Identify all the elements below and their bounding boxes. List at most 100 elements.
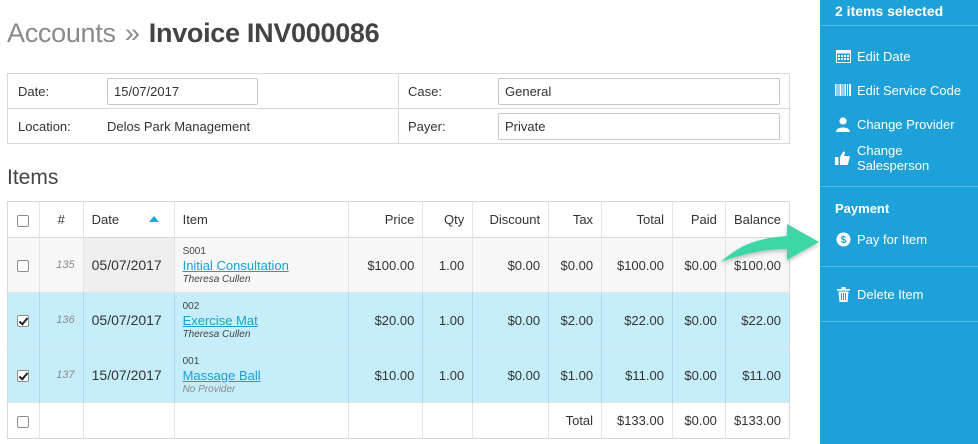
totals-empty-cell xyxy=(472,402,550,439)
page-title: Accounts » Invoice INV000086 xyxy=(7,18,380,49)
row-checkbox[interactable] xyxy=(17,370,30,383)
change-salesperson-label: Change Salesperson xyxy=(856,143,930,173)
item-link[interactable]: Exercise Mat xyxy=(183,312,341,329)
row-total: $11.00 xyxy=(601,347,673,403)
row-qty: 1.00 xyxy=(422,292,474,348)
item-code: S001 xyxy=(182,245,206,257)
item-code: 001 xyxy=(182,355,200,367)
row-paid: $0.00 xyxy=(672,347,726,403)
dollar-coin-icon: $ xyxy=(835,231,851,247)
col-date-label: Date xyxy=(91,212,120,227)
col-qty[interactable]: Qty xyxy=(422,201,474,238)
item-link[interactable]: Massage Ball xyxy=(183,367,341,384)
totals-balance: $133.00 xyxy=(734,413,781,428)
edit-date-action[interactable]: Edit Date xyxy=(835,45,910,67)
selection-count: 2 items selected xyxy=(820,0,978,26)
edit-service-code-action[interactable]: Edit Service Code xyxy=(835,79,961,101)
row-total: $22.00 xyxy=(601,292,673,348)
totals-label: Total xyxy=(548,402,603,439)
edit-date-label: Edit Date xyxy=(857,48,911,64)
change-provider-action[interactable]: Change Provider xyxy=(835,113,955,135)
totals-empty-cell xyxy=(39,402,84,439)
edit-service-code-label: Edit Service Code xyxy=(857,82,962,98)
col-number[interactable]: # xyxy=(39,201,84,238)
totals-empty-cell xyxy=(422,402,474,439)
user-icon xyxy=(835,116,851,132)
col-tax[interactable]: Tax xyxy=(548,201,603,238)
col-total[interactable]: Total xyxy=(601,201,673,238)
totals-row: Total $133.00 $0.00 $133.00 xyxy=(7,402,790,439)
table-row[interactable]: 137 15/07/2017 001 Massage Ball No Provi… xyxy=(7,347,790,403)
item-link[interactable]: Initial Consultation xyxy=(183,257,341,274)
row-qty: 1.00 xyxy=(422,347,474,403)
row-total: $100.00 xyxy=(601,237,673,293)
row-discount: $0.00 xyxy=(472,237,550,293)
totals-empty-cell xyxy=(348,402,424,439)
item-provider: Theresa Cullen xyxy=(182,328,251,340)
col-date[interactable]: Date xyxy=(83,201,175,238)
sort-ascending-icon xyxy=(149,216,160,222)
row-select-cell xyxy=(7,347,40,403)
row-price: $10.00 xyxy=(348,347,424,403)
thumbs-up-icon xyxy=(835,150,851,166)
details-row-1: Date: 15/07/2017 Case: General xyxy=(8,74,789,109)
pay-for-item-action[interactable]: $ Pay for Item xyxy=(835,228,927,250)
item-provider: Theresa Cullen xyxy=(182,273,251,285)
row-paid: $0.00 xyxy=(672,292,726,348)
row-price: $20.00 xyxy=(348,292,424,348)
table-row[interactable]: 135 05/07/2017 S001 Initial Consultation… xyxy=(7,237,790,293)
items-heading: Items xyxy=(7,166,59,189)
breadcrumb-separator: » xyxy=(124,18,140,48)
change-salesperson-action[interactable]: Change Salesperson xyxy=(835,143,978,173)
row-balance: $11.00 xyxy=(742,367,781,383)
row-balance: $22.00 xyxy=(741,312,781,328)
date-field[interactable]: 15/07/2017 xyxy=(107,78,258,105)
case-label: Case: xyxy=(408,84,442,99)
col-discount[interactable]: Discount xyxy=(472,201,550,238)
item-provider: No Provider xyxy=(182,383,236,395)
sidebar-divider xyxy=(820,186,978,187)
case-field[interactable]: General xyxy=(498,78,780,105)
row-date: 05/07/2017 xyxy=(83,237,175,293)
items-table: # Date Item Price Qty Discount Tax Total… xyxy=(7,201,790,439)
sidebar-divider xyxy=(820,321,978,322)
calendar-icon xyxy=(835,48,851,64)
payment-group-label: Payment xyxy=(835,201,890,216)
trash-icon xyxy=(835,286,851,302)
row-select-cell xyxy=(7,292,40,348)
invoice-main-panel: Accounts » Invoice INV000086 Date: 15/07… xyxy=(0,0,820,444)
row-discount: $0.00 xyxy=(472,347,550,403)
totals-empty-cell xyxy=(83,402,175,439)
totals-empty-cell xyxy=(174,402,350,439)
location-value: Delos Park Management xyxy=(107,119,251,134)
breadcrumb-accounts[interactable]: Accounts xyxy=(7,18,116,48)
svg-text:$: $ xyxy=(840,235,846,246)
table-header-row: # Date Item Price Qty Discount Tax Total… xyxy=(7,201,790,238)
payer-field[interactable]: Private xyxy=(498,113,780,140)
date-label: Date: xyxy=(18,84,50,99)
sidebar-divider xyxy=(820,266,978,267)
barcode-icon xyxy=(835,82,851,98)
row-checkbox[interactable] xyxy=(17,315,30,328)
totals-select-cell xyxy=(7,402,40,439)
select-all-checkbox[interactable] xyxy=(17,214,30,227)
totals-checkbox[interactable] xyxy=(17,415,30,428)
select-all-cell xyxy=(7,201,40,238)
row-select-cell xyxy=(7,237,40,293)
change-provider-label: Change Provider xyxy=(857,116,955,132)
callout-arrow-icon xyxy=(721,224,819,262)
payer-label: Payer: xyxy=(408,119,446,134)
row-item-cell: 001 Massage Ball No Provider xyxy=(174,347,350,403)
details-row-2: Location: Delos Park Management Payer: P… xyxy=(8,109,789,144)
row-qty: 1.00 xyxy=(422,237,474,293)
col-price[interactable]: Price xyxy=(348,201,424,238)
table-row[interactable]: 136 05/07/2017 002 Exercise Mat Theresa … xyxy=(7,292,790,348)
row-date: 15/07/2017 xyxy=(83,347,175,403)
location-label: Location: xyxy=(18,119,71,134)
pay-for-item-label: Pay for Item xyxy=(857,231,928,247)
item-code: 002 xyxy=(182,300,200,312)
delete-item-action[interactable]: Delete Item xyxy=(835,283,923,305)
row-checkbox[interactable] xyxy=(17,260,30,273)
col-item[interactable]: Item xyxy=(174,201,350,238)
row-item-cell: S001 Initial Consultation Theresa Cullen xyxy=(174,237,350,293)
